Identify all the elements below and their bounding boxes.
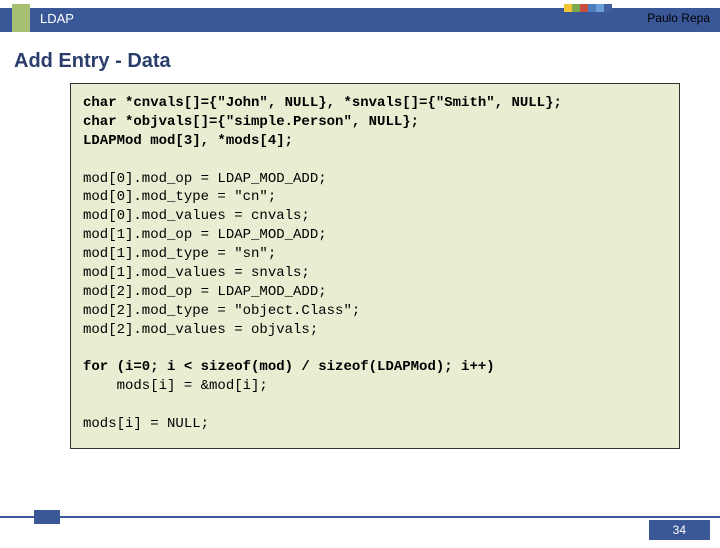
swatch: [588, 4, 596, 12]
code-block: char *cnvals[]={"John", NULL}, *snvals[]…: [70, 83, 680, 449]
code-line: LDAPMod mod[3], *mods[4];: [83, 133, 293, 149]
swatch: [604, 4, 612, 12]
swatch: [564, 4, 572, 12]
code-line: mods[i] = &mod[i];: [83, 378, 268, 394]
header-accent-tab: [12, 4, 30, 32]
header-topic: LDAP: [40, 11, 74, 26]
palette-swatch-row: [564, 4, 612, 12]
code-body: mod[0].mod_op = LDAP_MOD_ADD; mod[0].mod…: [83, 171, 360, 338]
swatch: [596, 4, 604, 12]
header-author: Paulo Repa: [647, 11, 710, 25]
page-number: 34: [649, 520, 710, 540]
swatch: [572, 4, 580, 12]
slide-title: Add Entry - Data: [14, 50, 720, 73]
code-line: for (i=0; i < sizeof(mod) / sizeof(LDAPM…: [83, 359, 495, 375]
code-line: char *cnvals[]={"John", NULL}, *snvals[]…: [83, 95, 562, 111]
footer-rule: [0, 516, 720, 518]
swatch: [580, 4, 588, 12]
code-line: mods[i] = NULL;: [83, 416, 209, 432]
code-line: char *objvals[]={"simple.Person", NULL};: [83, 114, 419, 130]
header-bar: LDAP Paulo Repa: [0, 8, 720, 32]
footer-accent-tab: [34, 510, 60, 524]
